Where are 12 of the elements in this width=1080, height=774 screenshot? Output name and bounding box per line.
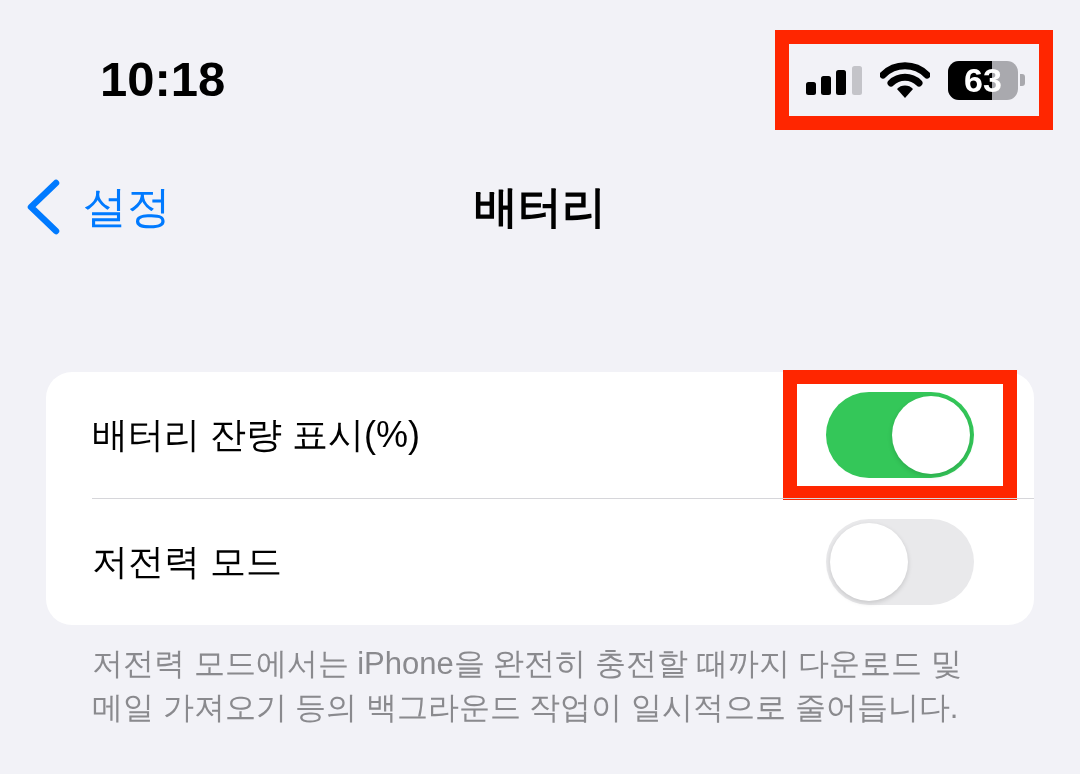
setting-label: 배터리 잔량 표시(%) — [92, 417, 420, 453]
wifi-icon — [880, 62, 930, 98]
footer-note: 저전력 모드에서는 iPhone을 완전히 충전할 때까지 다운로드 및 메일 가져오기 등의 백그라운드 작업이 일시적으로 줄어듭니다. — [92, 645, 963, 727]
page-title: 배터리 — [474, 185, 606, 229]
setting-label: 저전력 모드 — [92, 544, 282, 580]
switch-knob-icon — [830, 523, 908, 601]
back-button[interactable]: 설정 — [25, 179, 171, 235]
battery-cap-icon — [1020, 74, 1025, 86]
status-time: 10:18 — [100, 54, 226, 104]
chevron-left-icon — [25, 179, 61, 235]
signal-icon — [806, 65, 862, 95]
switch-knob-icon — [892, 396, 970, 474]
